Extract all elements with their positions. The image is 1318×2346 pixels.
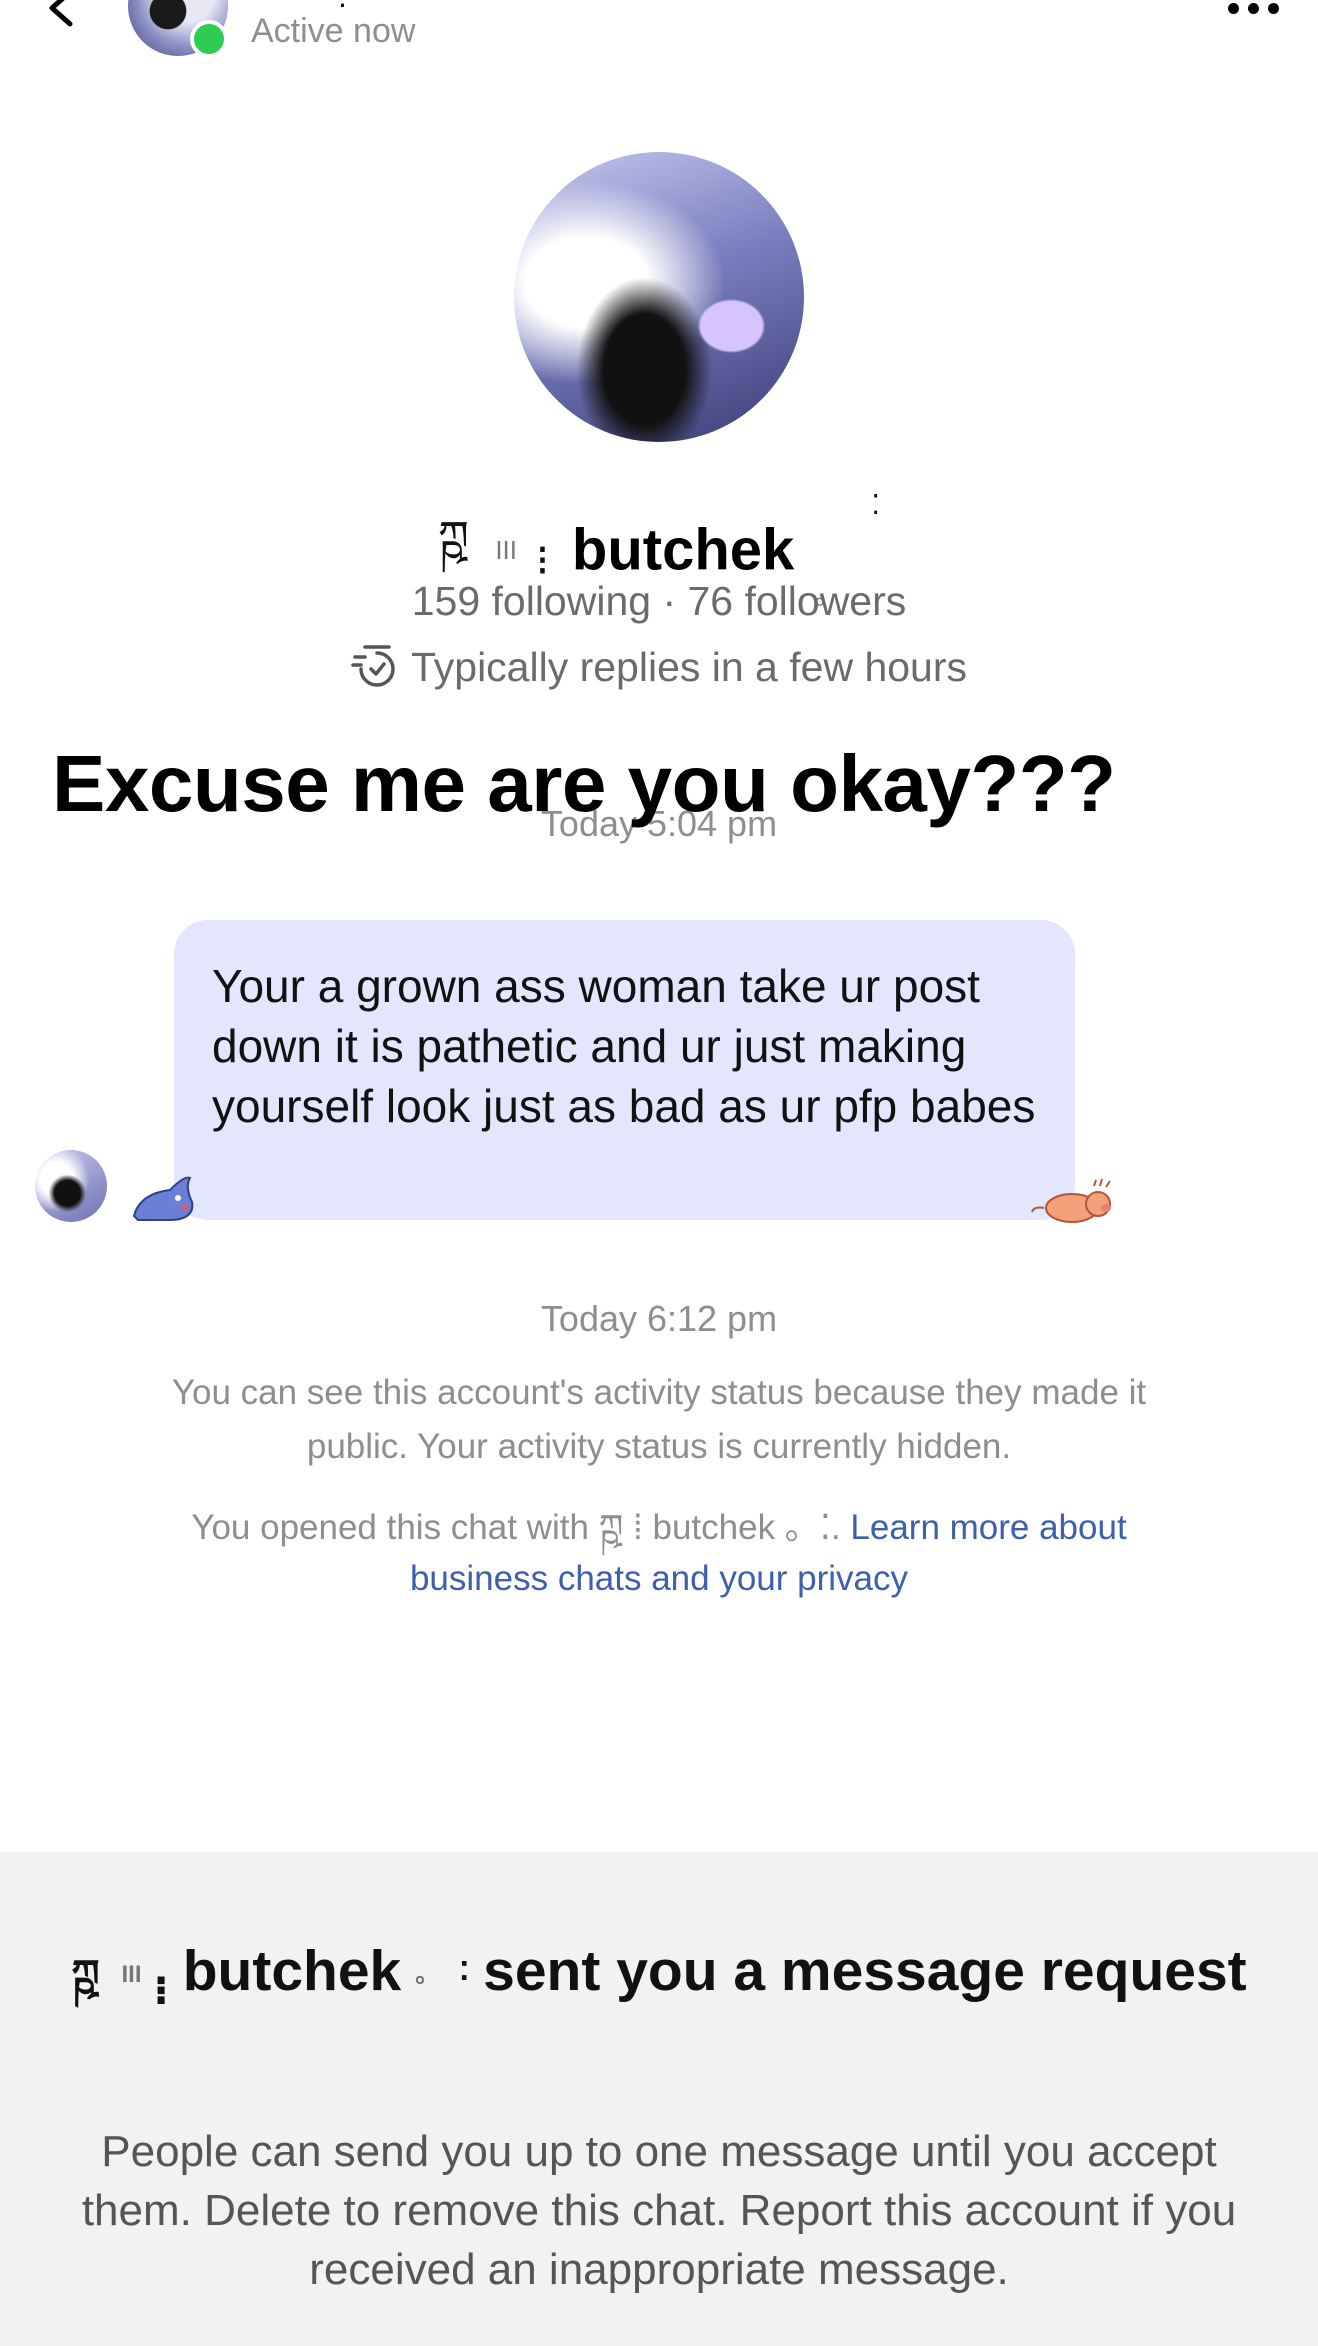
request-title-suffix: sent you a message request: [483, 1939, 1247, 2003]
active-status: Active now: [251, 12, 416, 50]
whale-sticker-icon: [132, 1176, 194, 1221]
reply-time-row: Typically replies in a few hours: [0, 644, 1318, 694]
profile-name-row[interactable]: ཀྵ III ⁝ butchek 。 ⁚: [0, 488, 1318, 610]
name-decoration: 。: [415, 1960, 440, 1988]
profile-avatar[interactable]: [514, 152, 804, 442]
online-status-dot: [190, 20, 228, 58]
privacy-account-name: ཀྵ ⁞ butchek 。⁚.: [598, 1508, 841, 1547]
more-horizontal-icon: [1227, 2, 1239, 14]
more-options-button[interactable]: [1218, 0, 1288, 28]
timer-icon: [351, 645, 395, 687]
message-text: Your a grown ass woman take ur post down…: [212, 960, 1036, 1132]
chat-header: ⁝ Active now: [0, 0, 1318, 70]
sender-avatar[interactable]: [35, 1150, 107, 1222]
privacy-prefix: You opened this chat with: [191, 1508, 589, 1547]
name-decoration: ⁚: [871, 489, 881, 520]
back-button[interactable]: [40, 0, 90, 40]
name-decoration: ཀྵ: [71, 1952, 100, 1997]
name-decoration: III: [121, 1960, 142, 1988]
overlay-caption: Excuse me are you okay???: [52, 739, 1116, 828]
request-description: People can send you up to one message un…: [81, 2127, 1237, 2294]
request-username: butchek: [182, 1939, 402, 2003]
request-title: ཀྵ III ⁝ butchek 。 ⁚ sent you a message reques…: [0, 1932, 1318, 2014]
profile-username: butchek: [571, 517, 795, 583]
message-timestamp: Today 6:12 pm: [540, 1298, 778, 1339]
activity-status-note: You can see this account's activity stat…: [171, 1373, 1147, 1466]
reply-time-text: Typically replies in a few hours: [410, 644, 968, 690]
pig-sticker-icon: [1031, 1178, 1111, 1223]
name-decoration: ⁚: [459, 1956, 470, 1986]
name-decoration: III: [495, 534, 517, 565]
message-bubble[interactable]: Your a grown ass woman take ur post down…: [174, 920, 1075, 1220]
privacy-note: You opened this chat with ཀྵ ⁞ butchek 。…: [120, 1502, 1198, 1604]
follow-stats: 159 following · 76 followers: [411, 578, 907, 624]
message-request-panel: ཀྵ III ⁝ butchek 。 ⁚ sent you a message reques…: [0, 1852, 1318, 2346]
chevron-left-icon: [49, 0, 73, 27]
name-decoration: ⁝: [153, 1968, 169, 2013]
